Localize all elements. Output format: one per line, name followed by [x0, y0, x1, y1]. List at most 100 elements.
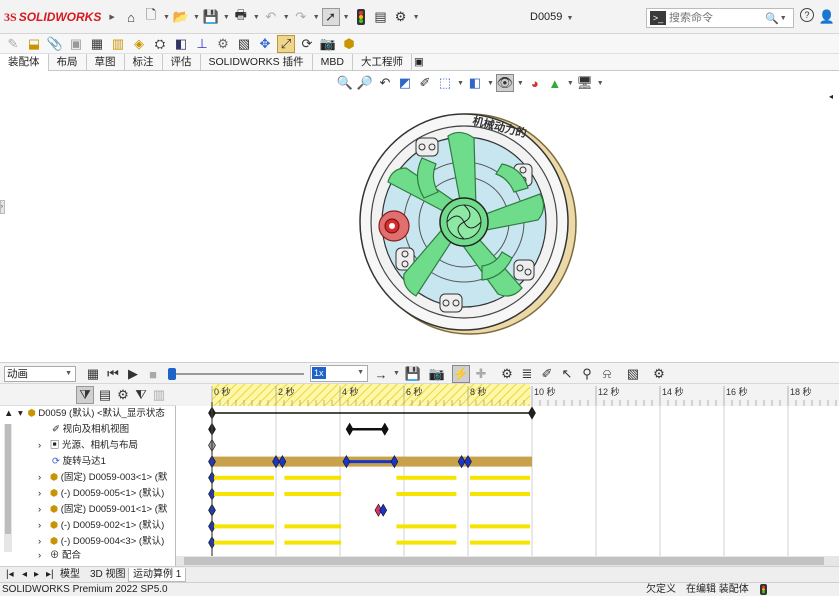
- tree-row-part[interactable]: › ⬢ (固定) D0059-003<1> (默: [0, 470, 176, 486]
- playback-speed-select[interactable]: 1x ▼: [310, 365, 368, 382]
- chevron-right-icon[interactable]: ›: [38, 440, 41, 451]
- help-icon[interactable]: ?: [800, 8, 814, 22]
- chevron-right-icon[interactable]: ›: [38, 550, 41, 561]
- redo-icon[interactable]: ↷: [292, 8, 310, 26]
- tab-addins[interactable]: SOLIDWORKS 插件: [201, 54, 313, 71]
- save-icon[interactable]: 💾: [202, 8, 220, 26]
- gear-icon[interactable]: ⚙: [392, 8, 410, 26]
- chevron-down-icon[interactable]: ▼: [343, 14, 350, 21]
- tree-row-root[interactable]: ▲ ▾ ⬢ D0059 (默认) <默认_显示状态: [0, 406, 176, 422]
- tab-sketch[interactable]: 草图: [87, 54, 125, 71]
- reference-geometry-icon[interactable]: ⊥: [193, 35, 211, 53]
- tab-scroll-left-icon[interactable]: |◂: [2, 568, 18, 582]
- playback-slider[interactable]: [168, 368, 304, 380]
- force-icon[interactable]: ⚲: [578, 365, 596, 383]
- tree-row-part[interactable]: › ⬢ (固定) D0059-001<1> (默: [0, 502, 176, 518]
- save-animation-icon[interactable]: 💾: [404, 365, 422, 383]
- apply-scene-icon[interactable]: ▲: [546, 74, 564, 92]
- file-properties-icon[interactable]: ▤: [372, 8, 390, 26]
- home-icon[interactable]: ⌂: [122, 8, 140, 26]
- solidworks-logo[interactable]: 3S SOLIDWORKS ▶: [4, 8, 115, 26]
- chevron-down-icon[interactable]: ▼: [517, 80, 524, 87]
- chevron-down-icon[interactable]: ▼: [163, 14, 170, 21]
- motor-icon[interactable]: ⚙: [498, 365, 516, 383]
- filter-results-icon[interactable]: ▥: [150, 386, 168, 404]
- print-icon[interactable]: 🖶: [232, 7, 250, 26]
- study-type-select[interactable]: 动画 ▼: [4, 366, 76, 382]
- edit-component-icon[interactable]: ✎: [4, 35, 22, 53]
- contact-icon[interactable]: ✐: [538, 365, 556, 383]
- instant3d-icon[interactable]: ⤢: [277, 34, 295, 53]
- chevron-down-icon[interactable]: ▼: [253, 14, 260, 21]
- previous-view-icon[interactable]: ↶: [376, 74, 394, 92]
- results-plots-icon[interactable]: ⍾: [598, 365, 616, 383]
- chevron-right-icon[interactable]: ›: [38, 536, 41, 547]
- chevron-down-icon[interactable]: ▼: [780, 15, 787, 22]
- chevron-right-icon[interactable]: ›: [38, 488, 41, 499]
- new-motion-study-icon[interactable]: ⚙: [214, 35, 232, 53]
- chevron-down-icon[interactable]: ▼: [193, 14, 200, 21]
- chevron-right-icon[interactable]: ›: [38, 520, 41, 531]
- graphics-viewport[interactable]: › ◂ 机械动力的: [0, 92, 839, 362]
- search-input[interactable]: [669, 12, 765, 24]
- update-speedpak-icon[interactable]: ⟳: [298, 35, 316, 53]
- filter-icon[interactable]: ⧩: [76, 386, 94, 404]
- tree-row-lights[interactable]: › ▣ 光源、相机与布局: [0, 438, 176, 454]
- assembly-features-icon[interactable]: ◧: [172, 35, 190, 53]
- snapshot-icon[interactable]: 📷: [319, 35, 337, 53]
- tab-3d-views[interactable]: 3D 视图: [86, 568, 130, 582]
- tree-row-views[interactable]: ✐ 视向及相机视图: [0, 422, 176, 438]
- linear-pattern-icon[interactable]: ▦: [88, 35, 106, 53]
- component-preview-icon[interactable]: ▣: [67, 35, 85, 53]
- tree-row-part[interactable]: › ⬢ (-) D0059-002<1> (默认): [0, 518, 176, 534]
- exploded-view-icon[interactable]: ✥: [256, 35, 274, 53]
- undo-icon[interactable]: ↶: [262, 8, 280, 26]
- tree-scroll-thumb[interactable]: [5, 424, 11, 534]
- tab-assembly[interactable]: 装配体: [0, 54, 49, 71]
- rebuild-status-icon[interactable]: [760, 584, 767, 599]
- chevron-down-icon[interactable]: ▼: [566, 15, 573, 22]
- select-arrow-icon[interactable]: ➚: [321, 8, 340, 26]
- chevron-down-icon[interactable]: ▼: [393, 370, 400, 377]
- edit-appearance-icon[interactable]: ◕: [526, 74, 544, 92]
- tab-engineer[interactable]: 大工程师: [353, 54, 412, 71]
- chevron-down-icon[interactable]: ▼: [597, 80, 604, 87]
- play-icon[interactable]: ▶: [124, 365, 142, 383]
- gravity-icon[interactable]: ↖: [558, 365, 576, 383]
- show-hidden-icon[interactable]: ⛭: [151, 35, 169, 53]
- chevron-down-icon[interactable]: ▼: [223, 14, 230, 21]
- assembly-model[interactable]: 机械动力的: [352, 108, 580, 336]
- chevron-down-icon[interactable]: ▼: [567, 80, 574, 87]
- spring-icon[interactable]: ≣: [518, 365, 536, 383]
- tree-scrollbar[interactable]: [4, 424, 12, 552]
- add-update-key-icon[interactable]: ✚: [472, 365, 490, 383]
- zoom-to-fit-icon[interactable]: 🔍: [336, 74, 354, 92]
- motion-properties-icon[interactable]: ▧: [624, 365, 642, 383]
- chevron-down-icon[interactable]: ▼: [313, 14, 320, 21]
- tree-row-part[interactable]: › ⬢ (-) D0059-004<3> (默认): [0, 534, 176, 550]
- tree-row-mates[interactable]: › ⊕ 配合: [0, 550, 176, 562]
- tree-row-motor[interactable]: ⟳ 旋转马达1: [0, 454, 176, 470]
- search-icon[interactable]: 🔍: [765, 12, 779, 25]
- filter-animated-icon[interactable]: ▤: [96, 386, 114, 404]
- view-settings-icon[interactable]: 🖥: [576, 74, 594, 92]
- insert-component-icon[interactable]: ⬓: [25, 35, 43, 53]
- dynamic-annotation-icon[interactable]: ✐: [416, 74, 434, 92]
- chevron-down-icon[interactable]: ▼: [283, 14, 290, 21]
- gear-icon[interactable]: ⚙: [650, 365, 668, 383]
- user-icon[interactable]: 👤: [818, 8, 836, 26]
- mate-icon[interactable]: 📎: [46, 35, 64, 53]
- smart-fasteners-icon[interactable]: ▥: [109, 35, 127, 53]
- filter-selected-icon[interactable]: ⧨: [132, 386, 150, 404]
- tab-motion-study[interactable]: 运动算例 1: [128, 568, 187, 582]
- zoom-to-area-icon[interactable]: 🔎: [356, 74, 374, 92]
- tab-mbd[interactable]: MBD: [313, 54, 353, 71]
- slider-thumb[interactable]: [168, 368, 176, 380]
- play-from-start-icon[interactable]: ⏮: [104, 365, 122, 383]
- playback-mode-icon[interactable]: →: [372, 365, 390, 383]
- view-orientation-icon[interactable]: ⬚: [436, 74, 454, 92]
- tab-evaluate[interactable]: 评估: [163, 54, 201, 71]
- autokey-icon[interactable]: ⚡: [452, 365, 470, 383]
- timeline-scroll-thumb[interactable]: [184, 557, 824, 565]
- timeline-graph[interactable]: 0 秒 2 秒 4 秒 6 秒 8 秒 10 秒 12 秒 14 秒 16 秒 18 秒: [176, 384, 839, 566]
